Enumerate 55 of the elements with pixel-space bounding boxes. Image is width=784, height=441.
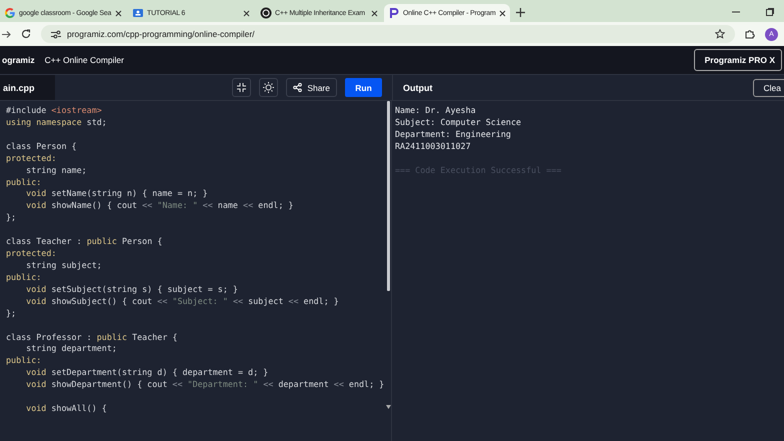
- code-line: void showSubject() { cout << "Subject: " << subject << endl; }: [25, 296, 339, 306]
- code-line: protected:: [6, 152, 56, 163]
- output-line: Department: Engineering: [395, 128, 511, 139]
- page-title: C++ Online Compiler: [44, 55, 124, 65]
- forward-icon[interactable]: [2, 30, 11, 38]
- code-line: string name;: [25, 164, 87, 175]
- new-tab-icon[interactable]: [516, 8, 525, 17]
- output-line: RA2411003011027: [395, 140, 471, 151]
- code-line: string subject;: [25, 260, 102, 270]
- code-line: class Teacher : public Person {: [6, 236, 162, 246]
- code-line: void showName() { cout << "Name: " << name << endl; }: [25, 200, 294, 210]
- reload-icon[interactable]: [21, 29, 31, 39]
- google-icon: [4, 7, 16, 19]
- code-line: void setSubject(string s) { subject = s; }: [25, 284, 238, 294]
- output-line: Subject: Computer Science: [395, 116, 522, 127]
- close-icon[interactable]: [115, 10, 122, 16]
- star-icon[interactable]: [715, 29, 725, 39]
- close-icon[interactable]: [243, 10, 250, 16]
- share-button[interactable]: Share: [286, 78, 337, 97]
- share-icon: [293, 83, 302, 92]
- code-line: string department;: [25, 343, 117, 354]
- code-line: using namespace std;: [6, 116, 107, 127]
- tune-icon[interactable]: [51, 30, 61, 38]
- file-tab[interactable]: ain.cpp: [0, 75, 55, 100]
- code-line: class Professor : public Teacher {: [6, 332, 178, 342]
- code-line: #include <iostream>: [6, 105, 102, 115]
- logo[interactable]: ogramiz: [2, 55, 35, 65]
- clear-button[interactable]: Clea: [752, 78, 784, 96]
- sun-icon[interactable]: [259, 78, 278, 97]
- swirl-icon: [260, 7, 272, 19]
- code-line: public:: [6, 272, 42, 282]
- code-line: };: [6, 308, 16, 318]
- code-line: public:: [6, 355, 42, 366]
- close-icon[interactable]: [371, 10, 378, 16]
- pro-button[interactable]: Programiz PRO X: [694, 49, 782, 71]
- code-line: void setDepartment(string d) { department = d; }: [25, 367, 268, 378]
- run-button[interactable]: Run: [345, 78, 382, 97]
- code-line: void showAll() {: [25, 403, 107, 414]
- close-icon[interactable]: [499, 10, 506, 16]
- scroll-down-icon[interactable]: [386, 405, 391, 409]
- code-line: void showDepartment() { cout << "Department: " << department << endl; }: [25, 379, 384, 390]
- code-line: };: [6, 212, 16, 222]
- code-line: protected:: [6, 248, 56, 258]
- output-line: Name: Dr. Ayesha: [395, 105, 476, 115]
- code-line: class Person {: [6, 140, 77, 151]
- programiz-icon: [388, 7, 400, 19]
- collapse-icon[interactable]: [232, 78, 252, 97]
- classroom-icon: [132, 7, 144, 19]
- output-title: Output: [403, 82, 434, 92]
- puzzle-icon[interactable]: [745, 29, 755, 39]
- restore-icon[interactable]: [766, 8, 774, 16]
- scrollbar[interactable]: [387, 101, 390, 291]
- address-field[interactable]: programiz.com/cpp-programming/online-compiler/: [41, 25, 735, 43]
- code-line: void setName(string n) { name = n; }: [25, 188, 208, 198]
- code-line: public:: [6, 176, 42, 187]
